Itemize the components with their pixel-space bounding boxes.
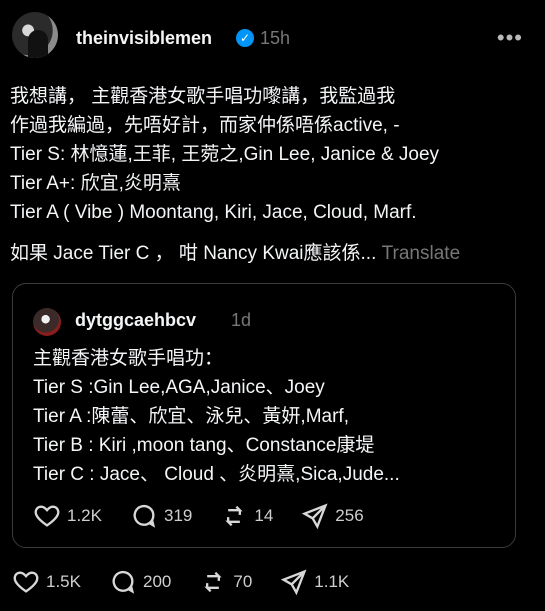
quoted-repost-button[interactable]: 14: [220, 502, 273, 530]
quoted-comment-count: 319: [163, 506, 193, 525]
quoted-comment-button[interactable]: 319: [130, 502, 192, 530]
quoted-line: Tier B : Kiri ,moon tang、Constance康堤: [33, 435, 375, 456]
quoted-post-time[interactable]: 1d: [231, 310, 251, 331]
repost-count: 70: [233, 572, 253, 591]
quoted-post-text: 主觀香港女歌手唱功： Tier S :Gin Lee,AGA,Janice、Jo…: [33, 344, 503, 489]
comment-icon: [133, 504, 156, 528]
translate-button[interactable]: Translate: [382, 243, 461, 264]
share-icon: [281, 569, 307, 596]
quoted-line: Tier S :Gin Lee,AGA,Janice、Joey: [33, 377, 325, 398]
share-count: 1.1K: [314, 572, 350, 591]
quoted-post-card[interactable]: dytggcaehbcv 1d 主觀香港女歌手唱功： Tier S :Gin L…: [12, 283, 516, 548]
post-line: 我想講， 主觀香港女歌手唱功嚟講，我監過我: [10, 86, 396, 107]
quoted-author-avatar[interactable]: [33, 308, 61, 336]
quoted-line: 主觀香港女歌手唱功：: [33, 348, 224, 369]
quoted-author-username[interactable]: dytggcaehbcv: [75, 310, 196, 331]
comment-button[interactable]: 200: [109, 568, 171, 596]
repost-icon: [225, 505, 244, 527]
heart-icon: [13, 571, 39, 593]
post-line: Tier S: 林憶蓮,王菲, 王菀之,Gin Lee, Janice & Jo…: [10, 144, 440, 165]
author-avatar[interactable]: [12, 12, 58, 58]
post-actions: 1.5K 200 70 1.1K: [12, 568, 377, 596]
post-text: 我想講， 主觀香港女歌手唱功嚟講，我監過我 作過我編過，先唔好計，而家仲係唔係a…: [10, 82, 530, 268]
share-button[interactable]: 1.1K: [280, 568, 349, 596]
quoted-share-button[interactable]: 256: [301, 502, 364, 530]
post-line: Tier A ( Vibe ) Moontang, Kiri, Jace, Cl…: [10, 202, 417, 223]
post-time[interactable]: 15h: [260, 28, 290, 49]
comment-count: 200: [142, 572, 172, 591]
post-trailing-text: 如果 Jace Tier C ， 咁 Nancy Kwai應該係...: [10, 243, 377, 264]
quoted-line: Tier A :陳蕾、欣宜、泳兒、黃妍,Marf,: [33, 406, 349, 427]
comment-icon: [112, 570, 135, 594]
verified-badge-icon: ✓: [236, 29, 254, 47]
quoted-actions: 1.2K 319 14 256: [33, 502, 392, 530]
quoted-like-count: 1.2K: [67, 506, 102, 525]
post-line: 作過我編過，先唔好計，而家仲係唔係active, -: [10, 115, 400, 136]
quoted-share-count: 256: [335, 506, 364, 525]
post-line: Tier A+: 欣宜,炎明熹: [10, 173, 181, 194]
share-icon: [302, 503, 328, 530]
quoted-line: Tier C : Jace、 Cloud 、炎明熹,Sica,Jude...: [33, 464, 400, 485]
author-username[interactable]: theinvisiblemen: [76, 28, 212, 49]
repost-button[interactable]: 70: [199, 568, 252, 596]
quoted-repost-count: 14: [254, 506, 274, 525]
quoted-like-button[interactable]: 1.2K: [33, 502, 102, 530]
like-button[interactable]: 1.5K: [12, 568, 81, 596]
post-header: theinvisiblemen ✓ 15h •••: [12, 12, 533, 62]
repost-icon: [204, 571, 223, 593]
more-options-icon[interactable]: •••: [497, 25, 523, 51]
post-trailing-line: 如果 Jace Tier C ， 咁 Nancy Kwai應該係... Tran…: [10, 239, 530, 268]
like-count: 1.5K: [46, 572, 81, 591]
heart-icon: [34, 505, 60, 527]
